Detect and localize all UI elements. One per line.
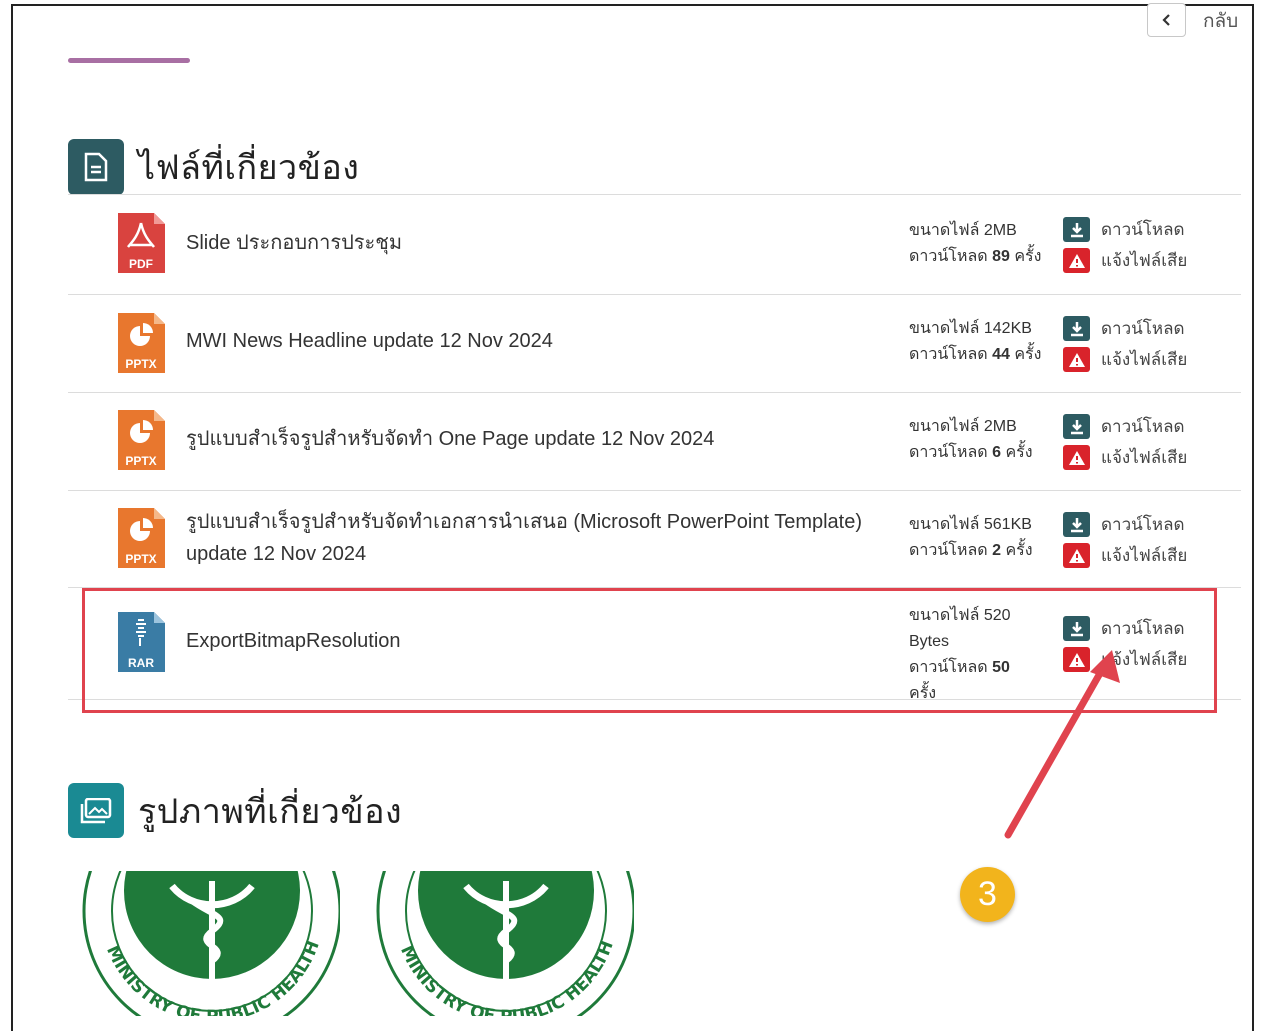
download-button[interactable]: ดาวน์โหลด bbox=[1063, 315, 1185, 342]
gallery-image[interactable]: MINISTRY OF PUBLIC HEALTH bbox=[376, 871, 634, 1016]
warning-icon bbox=[1063, 445, 1090, 470]
warning-icon bbox=[1063, 347, 1090, 372]
report-broken-button[interactable]: แจ้งไฟล์เสีย bbox=[1063, 247, 1187, 274]
accent-divider bbox=[68, 58, 190, 63]
annotation-highlight-box bbox=[82, 588, 1217, 713]
file-row: PDF Slide ประกอบการประชุม ขนาดไฟล์ 2MB ด… bbox=[68, 195, 1241, 294]
report-label: แจ้งไฟล์เสีย bbox=[1101, 448, 1188, 467]
report-label: แจ้งไฟล์เสีย bbox=[1101, 350, 1188, 369]
chevron-left-icon bbox=[1161, 14, 1170, 26]
pdf-file-icon: PDF bbox=[118, 213, 165, 273]
files-section-header: ไฟล์ที่เกี่ยวข้อง bbox=[68, 139, 359, 195]
file-meta: ขนาดไฟล์ 561KB ดาวน์โหลด 2 ครั้ง bbox=[909, 512, 1049, 564]
download-label: ดาวน์โหลด bbox=[1101, 417, 1185, 436]
download-count: ดาวน์โหลด 89 ครั้ง bbox=[909, 248, 1042, 265]
step-number-badge: 3 bbox=[960, 867, 1015, 922]
images-section-title: รูปภาพที่เกี่ยวข้อง bbox=[138, 792, 403, 831]
file-name-link[interactable]: รูปแบบสำเร็จรูปสำหรับจัดทำ One Page upda… bbox=[186, 423, 886, 455]
download-button[interactable]: ดาวน์โหลด bbox=[1063, 413, 1185, 440]
moph-seal-icon: MINISTRY OF PUBLIC HEALTH bbox=[376, 871, 634, 1016]
svg-text:PPTX: PPTX bbox=[125, 454, 156, 468]
gallery-image[interactable]: MINISTRY OF PUBLIC HEALTH bbox=[82, 871, 340, 1016]
svg-text:PDF: PDF bbox=[129, 257, 153, 271]
report-broken-button[interactable]: แจ้งไฟล์เสีย bbox=[1063, 444, 1187, 471]
file-name-link[interactable]: Slide ประกอบการประชุม bbox=[186, 227, 886, 259]
pptx-file-icon: PPTX bbox=[118, 508, 165, 568]
svg-text:PPTX: PPTX bbox=[125, 552, 156, 566]
report-label: แจ้งไฟล์เสีย bbox=[1101, 251, 1188, 270]
document-icon bbox=[68, 139, 124, 195]
files-section-title: ไฟล์ที่เกี่ยวข้อง bbox=[138, 149, 360, 187]
report-broken-button[interactable]: แจ้งไฟล์เสีย bbox=[1063, 346, 1187, 373]
warning-icon bbox=[1063, 248, 1090, 273]
file-size: ขนาดไฟล์ 2MB bbox=[909, 418, 1017, 435]
report-label: แจ้งไฟล์เสีย bbox=[1101, 546, 1188, 565]
file-size: ขนาดไฟล์ 142KB bbox=[909, 320, 1032, 337]
file-name-link[interactable]: รูปแบบสำเร็จรูปสำหรับจัดทำเอกสารนำเสนอ (… bbox=[186, 506, 876, 570]
moph-seal-icon: MINISTRY OF PUBLIC HEALTH bbox=[82, 871, 340, 1016]
file-row: PPTX รูปแบบสำเร็จรูปสำหรับจัดทำเอกสารนำเ… bbox=[68, 491, 1241, 587]
back-link[interactable]: กลับ bbox=[1203, 6, 1238, 36]
file-row: PPTX รูปแบบสำเร็จรูปสำหรับจัดทำ One Page… bbox=[68, 393, 1241, 490]
file-meta: ขนาดไฟล์ 2MB ดาวน์โหลด 89 ครั้ง bbox=[909, 218, 1049, 270]
download-button[interactable]: ดาวน์โหลด bbox=[1063, 216, 1185, 243]
download-count: ดาวน์โหลด 2 ครั้ง bbox=[909, 542, 1033, 559]
download-label: ดาวน์โหลด bbox=[1101, 220, 1185, 239]
gallery-icon bbox=[68, 783, 124, 838]
file-size: ขนาดไฟล์ 561KB bbox=[909, 516, 1032, 533]
download-icon bbox=[1063, 316, 1090, 341]
report-broken-button[interactable]: แจ้งไฟล์เสีย bbox=[1063, 542, 1187, 569]
image-gallery: MINISTRY OF PUBLIC HEALTH MINISTRY OF PU… bbox=[82, 871, 634, 1016]
file-row: PPTX MWI News Headline update 12 Nov 202… bbox=[68, 295, 1241, 392]
download-label: ดาวน์โหลด bbox=[1101, 515, 1185, 534]
download-icon bbox=[1063, 512, 1090, 537]
download-icon bbox=[1063, 217, 1090, 242]
download-count: ดาวน์โหลด 44 ครั้ง bbox=[909, 346, 1042, 363]
file-meta: ขนาดไฟล์ 2MB ดาวน์โหลด 6 ครั้ง bbox=[909, 414, 1049, 466]
download-count: ดาวน์โหลด 6 ครั้ง bbox=[909, 444, 1033, 461]
pptx-file-icon: PPTX bbox=[118, 410, 165, 470]
download-icon bbox=[1063, 414, 1090, 439]
file-size: ขนาดไฟล์ 2MB bbox=[909, 222, 1017, 239]
svg-text:PPTX: PPTX bbox=[125, 357, 156, 371]
file-name-link[interactable]: MWI News Headline update 12 Nov 2024 bbox=[186, 325, 886, 357]
download-button[interactable]: ดาวน์โหลด bbox=[1063, 511, 1185, 538]
file-meta: ขนาดไฟล์ 142KB ดาวน์โหลด 44 ครั้ง bbox=[909, 316, 1049, 368]
download-label: ดาวน์โหลด bbox=[1101, 319, 1185, 338]
back-button[interactable] bbox=[1147, 3, 1186, 37]
images-section-header: รูปภาพที่เกี่ยวข้อง bbox=[68, 783, 402, 838]
pptx-file-icon: PPTX bbox=[118, 313, 165, 373]
warning-icon bbox=[1063, 543, 1090, 568]
